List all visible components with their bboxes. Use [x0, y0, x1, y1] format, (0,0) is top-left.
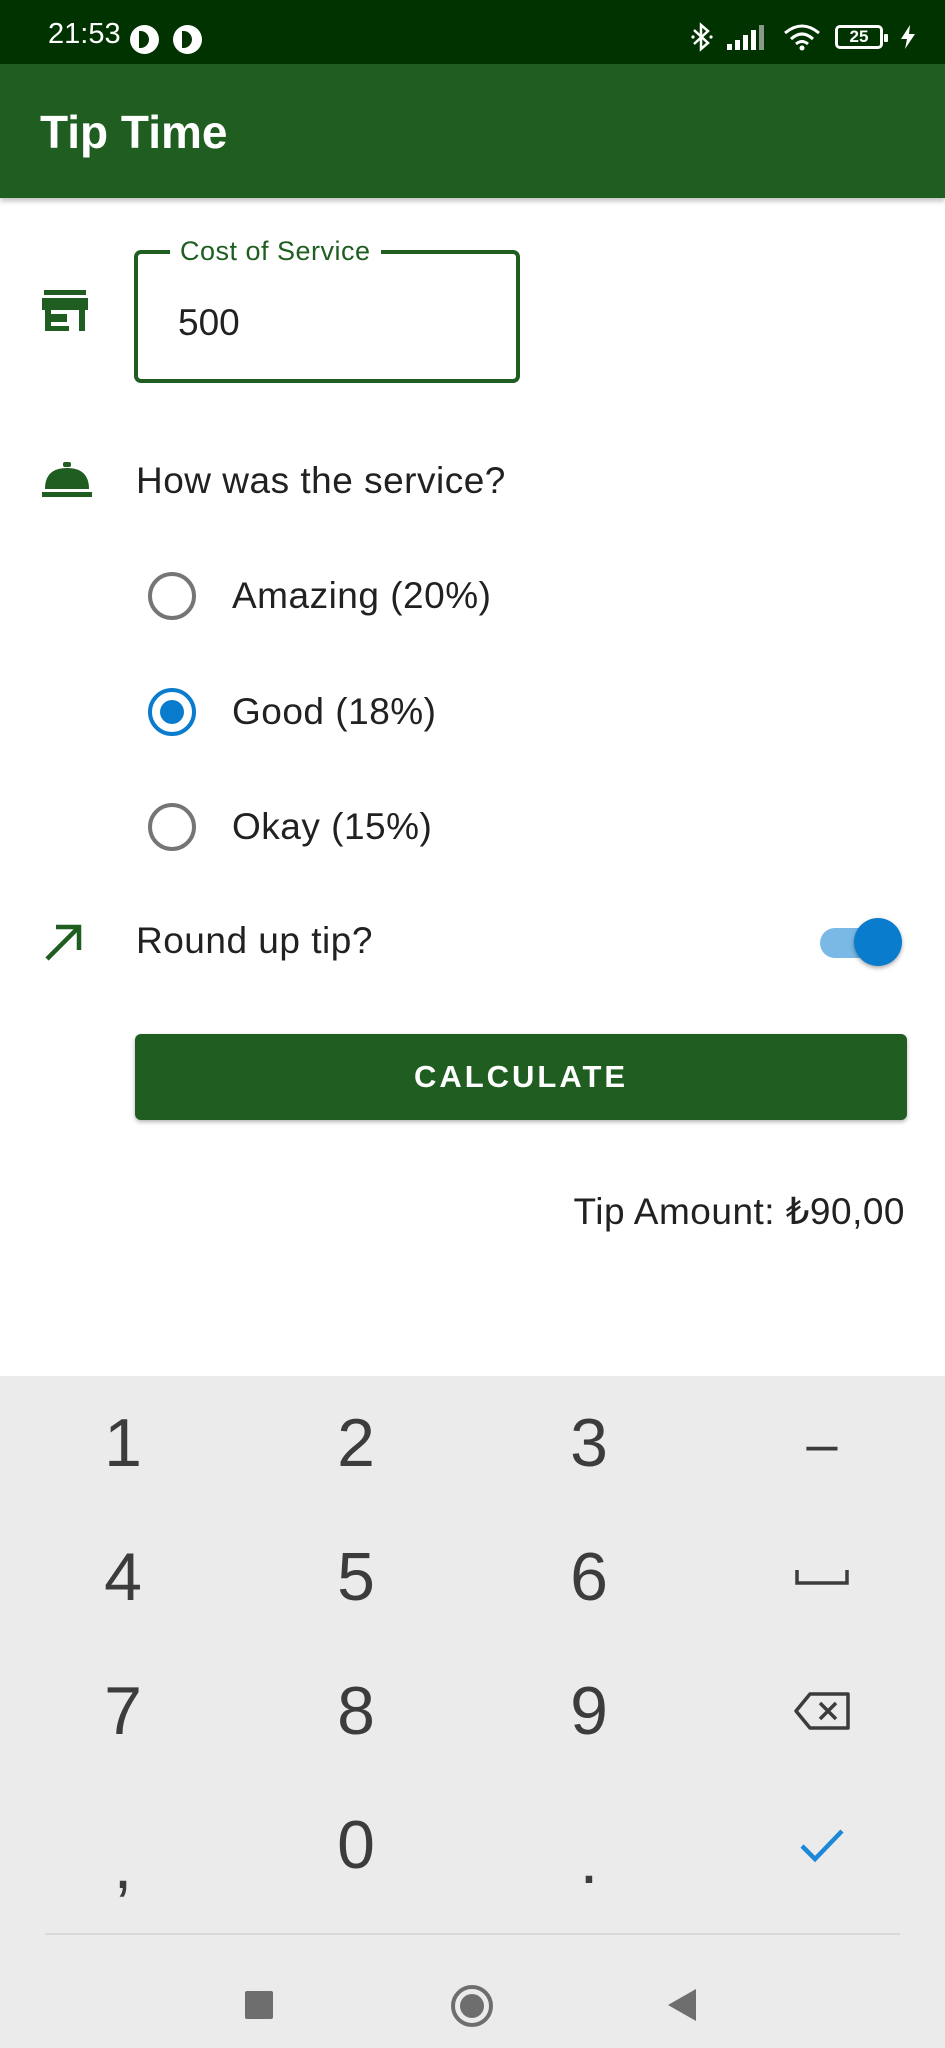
cost-field-label: Cost of Service: [170, 234, 381, 268]
store-icon: [42, 290, 88, 331]
key-comma[interactable]: ,: [5, 1778, 241, 1912]
round-up-switch[interactable]: [820, 918, 902, 968]
wifi-icon: [784, 24, 820, 51]
key-0[interactable]: 0: [238, 1778, 474, 1912]
home-circle-icon[interactable]: [450, 1984, 494, 2028]
key-3[interactable]: 3: [471, 1376, 707, 1510]
key-7[interactable]: 7: [5, 1644, 241, 1778]
option-label: Amazing (20%): [232, 575, 492, 616]
key-6[interactable]: 6: [471, 1510, 707, 1644]
done-check-icon: [800, 1829, 844, 1863]
backspace-key[interactable]: [704, 1644, 940, 1778]
radio-button[interactable]: [148, 803, 196, 851]
numeric-keyboard: 1 2 3 – 4 5 6 7 8 9 , 0 .: [0, 1376, 945, 2048]
done-key[interactable]: [704, 1778, 940, 1912]
radio-button-selected[interactable]: [148, 688, 196, 736]
back-triangle-icon[interactable]: [667, 1988, 697, 2022]
option-good[interactable]: Good (18%): [148, 682, 437, 742]
key-4[interactable]: 4: [5, 1510, 241, 1644]
key-period[interactable]: .: [471, 1778, 707, 1912]
bluetooth-icon: [691, 22, 713, 52]
nav-divider: [45, 1933, 900, 1935]
key-minus[interactable]: –: [704, 1376, 940, 1510]
trending-up-arrow-icon: [45, 924, 82, 961]
app-notification-icon: [173, 25, 202, 54]
space-key-icon: [795, 1570, 849, 1585]
service-question: How was the service?: [136, 460, 506, 501]
key-5[interactable]: 5: [238, 1510, 474, 1644]
switch-thumb[interactable]: [854, 918, 902, 966]
cost-input[interactable]: 500: [178, 302, 240, 344]
status-time: 21:53: [48, 18, 121, 50]
app-title: Tip Time: [40, 106, 228, 158]
tip-amount: Tip Amount: ₺90,00: [573, 1191, 905, 1232]
status-icons: 25: [691, 22, 917, 52]
room-service-icon: [42, 462, 92, 497]
option-label: Good (18%): [232, 691, 437, 732]
key-1[interactable]: 1: [5, 1376, 241, 1510]
charging-icon: [901, 25, 915, 49]
key-9[interactable]: 9: [471, 1644, 707, 1778]
key-2[interactable]: 2: [238, 1376, 474, 1510]
app-notification-icon: [130, 25, 159, 54]
cost-of-service-field[interactable]: Cost of Service 500: [134, 234, 520, 383]
calculate-button[interactable]: CALCULATE: [135, 1034, 907, 1120]
option-label: Okay (15%): [232, 806, 433, 847]
space-key[interactable]: [704, 1510, 940, 1644]
battery-level: 25: [849, 27, 869, 46]
signal-icon: [727, 25, 764, 50]
option-okay[interactable]: Okay (15%): [148, 797, 432, 857]
recents-square-icon[interactable]: [244, 1990, 274, 2020]
backspace-icon: [794, 1692, 850, 1730]
radio-button[interactable]: [148, 572, 196, 620]
option-amazing[interactable]: Amazing (20%): [148, 566, 491, 626]
round-up-label: Round up tip?: [136, 920, 373, 961]
battery-icon: 25: [835, 25, 888, 49]
status-bar: 21:53 25: [0, 0, 945, 64]
app-bar: Tip Time: [0, 64, 945, 198]
key-8[interactable]: 8: [238, 1644, 474, 1778]
